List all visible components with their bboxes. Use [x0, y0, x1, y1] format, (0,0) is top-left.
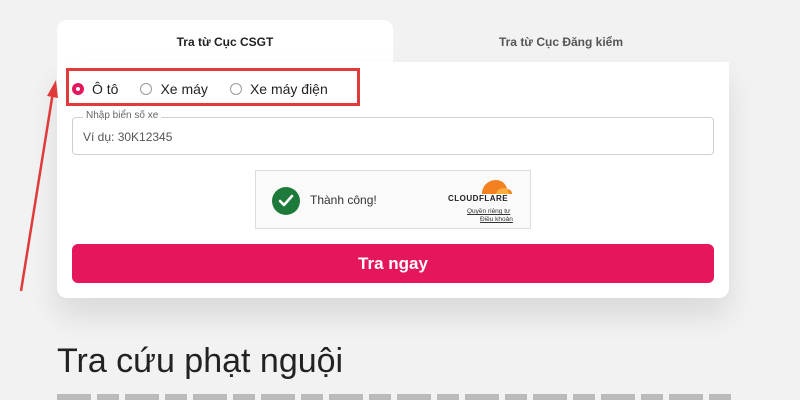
tab-csgt[interactable]: Tra từ Cục CSGT	[57, 20, 393, 64]
check-circle-icon	[272, 187, 300, 215]
annotation-highlight-box	[66, 68, 360, 106]
plate-input[interactable]	[81, 126, 685, 148]
cloudflare-wordmark: CLOUDFLARE	[448, 194, 509, 203]
cloudflare-logo-icon	[482, 180, 512, 194]
submit-button[interactable]: Tra ngay	[72, 244, 714, 283]
privacy-link[interactable]: Quyền riêng tư	[467, 208, 510, 215]
cut-off-paragraph	[57, 392, 737, 400]
captcha-status: Thành công!	[310, 193, 377, 207]
tab-dang-kiem[interactable]: Tra từ Cục Đăng kiểm	[393, 20, 729, 64]
source-tabs: Tra từ Cục CSGT Tra từ Cục Đăng kiểm	[57, 20, 729, 64]
cloudflare-captcha[interactable]: Thành công! CLOUDFLARE Quyền riêng tư Đi…	[255, 170, 531, 229]
page-heading: Tra cứu phạt nguội	[57, 342, 344, 380]
plate-field-label: Nhập biển số xe	[83, 110, 162, 121]
plate-field: Nhập biển số xe	[72, 110, 714, 155]
terms-link[interactable]: Điều khoản	[480, 216, 513, 223]
